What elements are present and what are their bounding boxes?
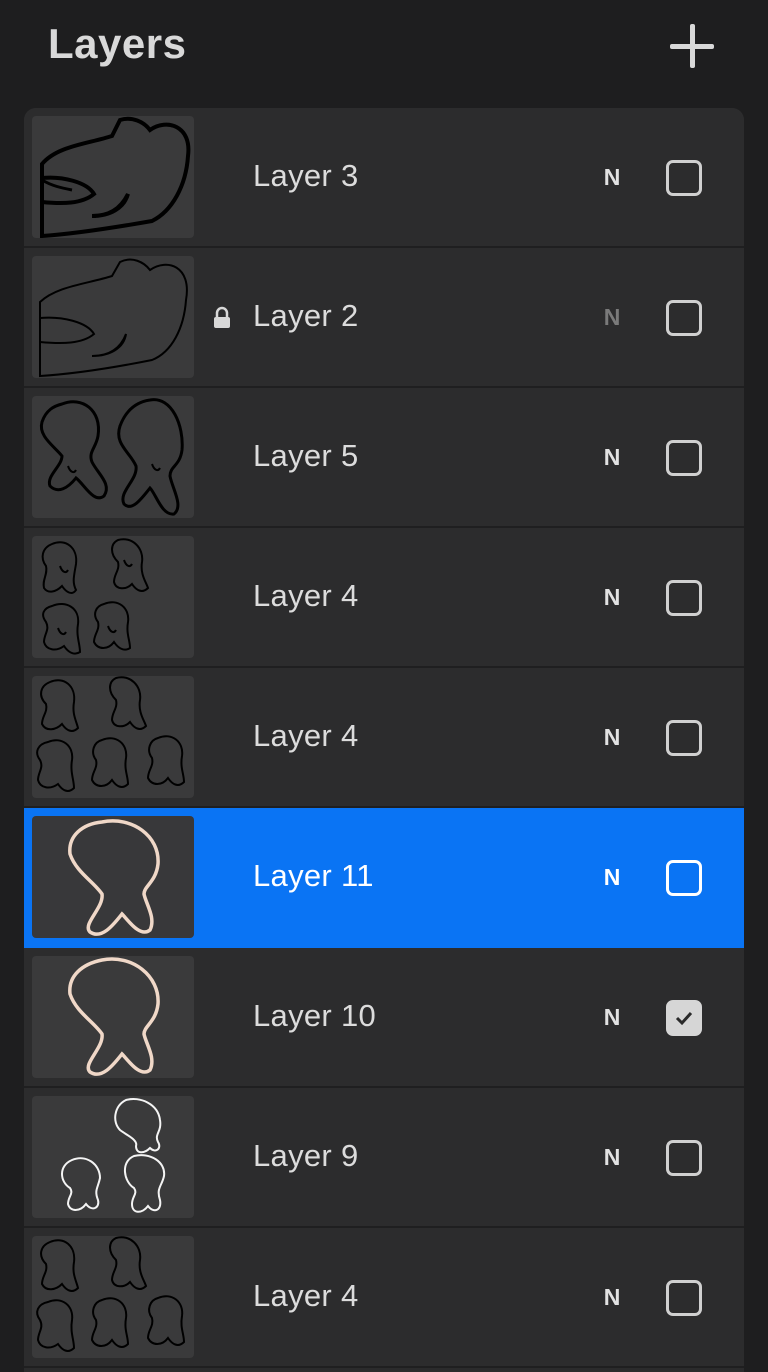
visibility-checkbox-checked[interactable] (666, 1000, 702, 1036)
layer-name: Layer 10 (253, 998, 377, 1033)
layer-name: Layer 4 (253, 1278, 359, 1313)
layers-header: Layers (0, 0, 768, 100)
visibility-checkbox[interactable] (666, 440, 702, 476)
add-layer-plus-icon[interactable] (664, 18, 720, 74)
layer-list: Layer 3 N Layer 2 N Layer 5 N Layer 4 N … (24, 108, 744, 1372)
layer-row[interactable]: Layer 10 N (24, 948, 744, 1088)
layer-thumbnail[interactable] (32, 1096, 194, 1218)
layer-name: Layer 4 (253, 718, 359, 753)
blend-mode-button[interactable]: N (600, 1284, 624, 1311)
layer-row[interactable]: Layer 3 N (24, 108, 744, 248)
layer-name: Layer 2 (253, 298, 359, 333)
layer-name: Layer 5 (253, 438, 359, 473)
layer-name: Layer 11 (253, 858, 374, 893)
layer-thumbnail[interactable] (32, 256, 194, 378)
layer-row[interactable]: Layer 2 N (24, 248, 744, 388)
visibility-checkbox[interactable] (666, 580, 702, 616)
layer-row-selected[interactable]: Layer 11 N (24, 808, 744, 948)
layer-thumbnail[interactable] (32, 396, 194, 518)
lock-icon (212, 306, 232, 330)
layer-row[interactable]: Layer 4 N (24, 528, 744, 668)
panel-title: Layers (48, 20, 187, 67)
visibility-checkbox[interactable] (666, 1140, 702, 1176)
layer-name: Layer 3 (253, 158, 359, 193)
checkmark-icon (675, 1011, 693, 1026)
visibility-checkbox[interactable] (666, 860, 702, 896)
visibility-checkbox[interactable] (666, 1280, 702, 1316)
layer-thumbnail[interactable] (32, 676, 194, 798)
blend-mode-button[interactable]: N (600, 724, 624, 751)
blend-mode-button[interactable]: N (600, 1144, 624, 1171)
layer-row[interactable]: Layer 9 N (24, 1088, 744, 1228)
layer-thumbnail[interactable] (32, 1236, 194, 1358)
blend-mode-button[interactable]: N (600, 584, 624, 611)
blend-mode-button[interactable]: N (600, 864, 624, 891)
blend-mode-button[interactable]: N (600, 444, 624, 471)
blend-mode-button[interactable]: N (600, 164, 624, 191)
layer-thumbnail[interactable] (32, 816, 194, 938)
layer-name: Layer 4 (253, 578, 359, 613)
layer-thumbnail[interactable] (32, 116, 194, 238)
layer-thumbnail[interactable] (32, 536, 194, 658)
layer-thumbnail[interactable] (32, 956, 194, 1078)
visibility-checkbox[interactable] (666, 160, 702, 196)
blend-mode-button[interactable]: N (600, 1004, 624, 1031)
layer-row[interactable]: Layer 5 N (24, 388, 744, 528)
layer-row[interactable]: Layer 4 N (24, 1228, 744, 1368)
layers-panel: Layers Layer 3 N Layer 2 N Layer 5 N Lay… (0, 0, 768, 1372)
visibility-checkbox[interactable] (666, 300, 702, 336)
visibility-checkbox[interactable] (666, 720, 702, 756)
layer-name: Layer 9 (253, 1138, 359, 1173)
layer-row[interactable]: Layer 4 N (24, 668, 744, 808)
blend-mode-button[interactable]: N (600, 304, 624, 331)
